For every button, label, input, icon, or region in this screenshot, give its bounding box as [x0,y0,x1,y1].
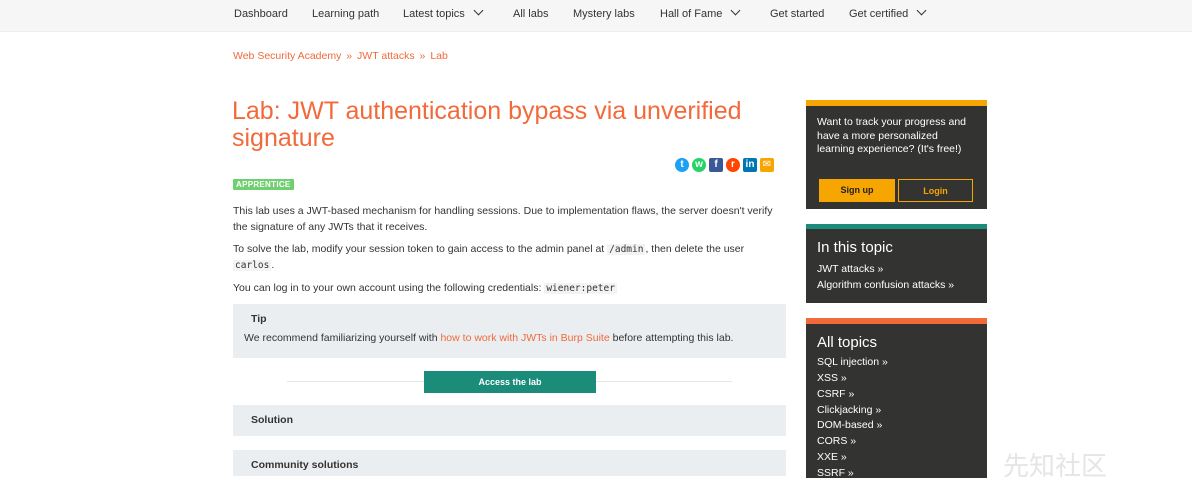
nav-get-started[interactable]: Get started [770,8,824,20]
task-text-middle: , then delete the user [645,243,745,255]
lab-task: To solve the lab, modify your session to… [233,242,788,273]
tip-link[interactable]: how to work with JWTs in Burp Suite [440,332,609,344]
topic-link-dom-based[interactable]: DOM-based » [817,419,882,431]
nav-all-labs[interactable]: All labs [513,8,548,20]
solution-panel[interactable]: Solution [233,405,786,436]
cta-text: Want to track your progress and have a m… [817,116,967,155]
all-topics-box: All topics SQL injection » XSS » CSRF » … [806,318,987,478]
community-solutions-label: Community solutions [251,459,359,471]
chevron-down-icon [730,5,741,16]
login-button[interactable]: Login [898,179,973,202]
breadcrumb-academy[interactable]: Web Security Academy [233,50,341,62]
reddit-icon[interactable]: r [726,158,740,172]
credentials-value: wiener:peter [544,283,617,294]
chevron-down-icon [473,5,484,16]
nav-hall-of-fame-label: Hall of Fame [660,8,723,20]
linkedin-icon[interactable]: in [743,158,757,172]
access-lab-button[interactable]: Access the lab [424,371,596,393]
nav-latest-topics-label: Latest topics [403,8,465,20]
level-badge: APPRENTICE [233,179,294,190]
tip-text: We recommend familiarizing yourself with… [244,332,733,344]
watermark: 先知社区 [1003,451,1108,481]
top-navigation: Dashboard Learning path Latest topics Al… [0,0,1192,32]
solution-label: Solution [251,414,293,426]
topic-link-csrf[interactable]: CSRF » [817,388,854,400]
email-icon[interactable]: ✉ [760,158,774,172]
share-icons: t w f r in ✉ [675,158,774,172]
breadcrumb-separator: » [346,50,353,62]
topic-link-cors[interactable]: CORS » [817,435,856,447]
nav-get-certified-label: Get certified [849,8,909,20]
breadcrumb: Web Security Academy » JWT attacks » Lab [233,50,448,62]
in-topic-title: In this topic [817,239,893,256]
lab-credentials: You can log in to your own account using… [233,281,788,297]
whatsapp-icon[interactable]: w [692,158,706,172]
community-solutions-panel[interactable]: Community solutions [233,450,786,476]
task-text-after: . [271,258,275,271]
task-text-before: To solve the lab, modify your session to… [233,243,605,255]
facebook-icon[interactable]: f [709,158,723,172]
tip-text-after: before attempting this lab. [612,332,734,344]
topic-link-jwt-attacks[interactable]: JWT attacks » [817,263,883,275]
target-user: carlos [233,259,272,271]
lab-description: This lab uses a JWT-based mechanism for … [233,205,773,233]
signup-button[interactable]: Sign up [819,179,895,202]
all-topics-title: All topics [817,334,878,351]
tip-box: Tip We recommend familiarizing yourself … [233,304,786,358]
nav-hall-of-fame[interactable]: Hall of Fame [660,5,741,20]
tip-title: Tip [251,313,267,325]
page-title: Lab: JWT authentication bypass via unver… [232,97,742,152]
topic-link-xxe[interactable]: XXE » [817,451,847,463]
nav-learning-path[interactable]: Learning path [312,8,379,20]
topic-link-clickjacking[interactable]: Clickjacking » [817,404,881,416]
admin-path: /admin [607,244,646,255]
breadcrumb-separator: » [419,50,426,62]
nav-latest-topics[interactable]: Latest topics [403,5,484,20]
breadcrumb-lab[interactable]: Lab [430,50,448,62]
topic-link-algorithm-confusion[interactable]: Algorithm confusion attacks » [817,279,954,291]
in-topic-box: In this topic JWT attacks » Algorithm co… [806,224,987,303]
signup-cta-box: Want to track your progress and have a m… [806,100,987,209]
twitter-icon[interactable]: t [675,158,689,172]
chevron-down-icon [916,5,927,16]
topic-link-ssrf[interactable]: SSRF » [817,467,854,478]
tip-text-before: We recommend familiarizing yourself with [244,332,438,344]
credentials-text: You can log in to your own account using… [233,282,542,294]
topic-link-xss[interactable]: XSS » [817,372,847,384]
nav-get-certified[interactable]: Get certified [849,5,927,20]
nav-mystery-labs[interactable]: Mystery labs [573,8,635,20]
nav-dashboard[interactable]: Dashboard [234,8,288,20]
breadcrumb-jwt-attacks[interactable]: JWT attacks [357,50,415,62]
topic-link-sql-injection[interactable]: SQL injection » [817,356,888,368]
